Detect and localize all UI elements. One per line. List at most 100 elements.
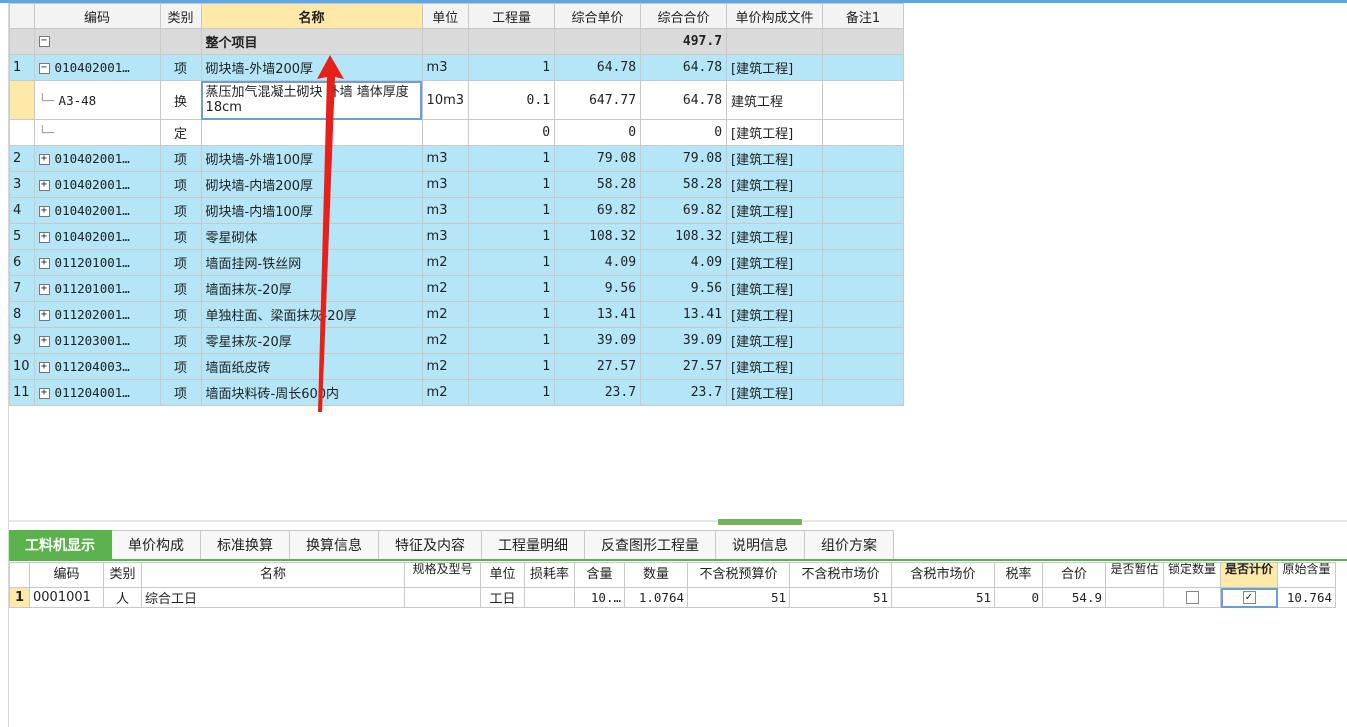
table-row[interactable]: 11 +011204001… 项 墙面块料砖-周长600内 m2 1 23.7 … <box>9 379 905 406</box>
row-unit-price[interactable]: 69.82 <box>554 197 642 224</box>
priced-checkbox[interactable]: ✓ <box>1242 591 1256 604</box>
collapse-icon[interactable]: − <box>38 36 50 47</box>
header-name[interactable]: 名称 <box>200 3 423 29</box>
row-unit-price[interactable]: 39.09 <box>554 327 642 354</box>
row-quantity[interactable]: 1 <box>468 327 556 354</box>
tab-labor-material-machine[interactable]: 工料机显示 <box>9 530 112 560</box>
row-type[interactable]: 项 <box>159 171 202 198</box>
header-content[interactable]: 含量 <box>574 562 625 588</box>
row-unit[interactable]: m2 <box>421 249 470 276</box>
row-quantity[interactable]: 1 <box>468 301 556 328</box>
row-note[interactable] <box>822 301 905 328</box>
header-total-price[interactable]: 综合合价 <box>640 3 728 29</box>
table-row[interactable]: 1 −010402001… 项 砌块墙-外墙200厚 m3 1 64.78 64… <box>9 54 905 81</box>
table-row[interactable]: 8 +011202001… 项 单独柱面、梁面抹灰-20厚 m2 1 13.41… <box>9 301 905 328</box>
row-unit[interactable]: m3 <box>421 171 470 198</box>
row-file[interactable]: [建筑工程] <box>726 275 824 302</box>
group-row-whole-project[interactable]: − 整个项目 497.7 <box>9 28 905 55</box>
expand-icon[interactable]: + <box>38 336 50 347</box>
expand-icon[interactable]: + <box>38 154 50 165</box>
expand-icon[interactable]: + <box>38 310 50 321</box>
row-type[interactable]: 项 <box>159 379 202 406</box>
expand-icon[interactable]: + <box>38 206 50 217</box>
row-file[interactable]: [建筑工程] <box>726 301 824 328</box>
header-note[interactable]: 备注1 <box>822 3 905 29</box>
row-tax-rate[interactable]: 0 <box>994 587 1043 608</box>
row-total[interactable]: 79.08 <box>640 145 728 172</box>
tab-unit-price-composition[interactable]: 单价构成 <box>112 530 201 560</box>
expand-icon[interactable]: + <box>38 258 50 269</box>
row-unit-price[interactable]: 64.78 <box>554 54 642 81</box>
row-type[interactable]: 定 <box>159 119 202 146</box>
header-unit[interactable]: 单位 <box>480 562 525 588</box>
row-unit-price[interactable]: 9.56 <box>554 275 642 302</box>
row-provisional[interactable] <box>1105 587 1164 608</box>
row-unit-price[interactable]: 0 <box>554 119 642 146</box>
row-unit[interactable]: m3 <box>421 223 470 250</box>
row-file[interactable]: [建筑工程] <box>726 171 824 198</box>
row-type[interactable]: 项 <box>159 327 202 354</box>
row-quantity[interactable]: 0.1 <box>468 80 556 120</box>
header-original-content[interactable]: 原始含量 <box>1277 562 1336 588</box>
tab-pricing-plan[interactable]: 组价方案 <box>805 530 894 560</box>
row-note[interactable] <box>822 171 905 198</box>
header-loss-rate[interactable]: 损耗率 <box>524 562 575 588</box>
tab-quantity-detail[interactable]: 工程量明细 <box>482 530 585 560</box>
row-file[interactable]: [建筑工程] <box>726 249 824 276</box>
row-type[interactable]: 项 <box>159 223 202 250</box>
row-content[interactable]: 10.… <box>574 587 625 608</box>
expand-icon[interactable]: + <box>38 362 50 373</box>
row-file[interactable]: [建筑工程] <box>726 327 824 354</box>
row-unit[interactable]: 工日 <box>480 587 525 608</box>
header-provisional[interactable]: 是否暂估 <box>1105 562 1164 588</box>
row-unit-price[interactable]: 79.08 <box>554 145 642 172</box>
tab-conversion-info[interactable]: 换算信息 <box>290 530 379 560</box>
table-row[interactable]: 4 +010402001… 项 砌块墙-内墙100厚 m3 1 69.82 69… <box>9 197 905 224</box>
row-total[interactable]: 39.09 <box>640 327 728 354</box>
row-total[interactable]: 54.9 <box>1042 587 1106 608</box>
header-total[interactable]: 合价 <box>1042 562 1106 588</box>
row-note[interactable] <box>822 275 905 302</box>
table-row[interactable]: 6 +011201001… 项 墙面挂网-铁丝网 m2 1 4.09 4.09 … <box>9 249 905 276</box>
row-quantity[interactable]: 1 <box>468 171 556 198</box>
row-unit[interactable]: m3 <box>421 145 470 172</box>
table-row-sub[interactable]: └─ 定 0 0 0 [建筑工程] <box>9 119 905 146</box>
row-unit-price[interactable]: 58.28 <box>554 171 642 198</box>
row-unit-price[interactable]: 108.32 <box>554 223 642 250</box>
row-quantity[interactable]: 1 <box>468 197 556 224</box>
table-row[interactable]: 9 +011203001… 项 零星抹灰-20厚 m2 1 39.09 39.0… <box>9 327 905 354</box>
row-file[interactable]: [建筑工程] <box>726 145 824 172</box>
row-note[interactable] <box>822 327 905 354</box>
row-total[interactable]: 27.57 <box>640 353 728 380</box>
row-total[interactable]: 9.56 <box>640 275 728 302</box>
row-total[interactable]: 4.09 <box>640 249 728 276</box>
row-unit[interactable]: m3 <box>421 197 470 224</box>
tab-reverse-graphic-quantity[interactable]: 反查图形工程量 <box>585 530 716 560</box>
header-name[interactable]: 名称 <box>141 562 405 588</box>
row-file[interactable]: [建筑工程] <box>726 353 824 380</box>
row-unit-price[interactable]: 647.77 <box>554 80 642 120</box>
row-unit-price[interactable]: 23.7 <box>554 379 642 406</box>
row-type[interactable]: 项 <box>159 197 202 224</box>
row-code[interactable]: 0001001 <box>29 587 104 608</box>
row-note[interactable] <box>822 249 905 276</box>
row-budget-price[interactable]: 51 <box>687 587 790 608</box>
row-note[interactable] <box>822 54 905 81</box>
header-tax-market-price[interactable]: 含税市场价 <box>891 562 995 588</box>
row-total[interactable]: 23.7 <box>640 379 728 406</box>
splitter-grip[interactable] <box>718 519 802 525</box>
header-priced[interactable]: 是否计价 <box>1220 562 1278 588</box>
table-row[interactable]: 5 +010402001… 项 零星砌体 m3 1 108.32 108.32 … <box>9 223 905 250</box>
expand-icon[interactable]: + <box>38 388 50 399</box>
header-tax-rate[interactable]: 税率 <box>994 562 1043 588</box>
row-unit[interactable]: m3 <box>421 54 470 81</box>
header-type[interactable]: 类别 <box>103 562 142 588</box>
row-type[interactable]: 项 <box>159 249 202 276</box>
row-unit-price[interactable]: 13.41 <box>554 301 642 328</box>
row-total[interactable]: 13.41 <box>640 301 728 328</box>
header-unit[interactable]: 单位 <box>421 3 470 29</box>
row-quantity[interactable]: 1.0764 <box>624 587 688 608</box>
row-quantity[interactable]: 1 <box>468 353 556 380</box>
row-quantity[interactable]: 0 <box>468 119 556 146</box>
header-code[interactable]: 编码 <box>29 562 104 588</box>
